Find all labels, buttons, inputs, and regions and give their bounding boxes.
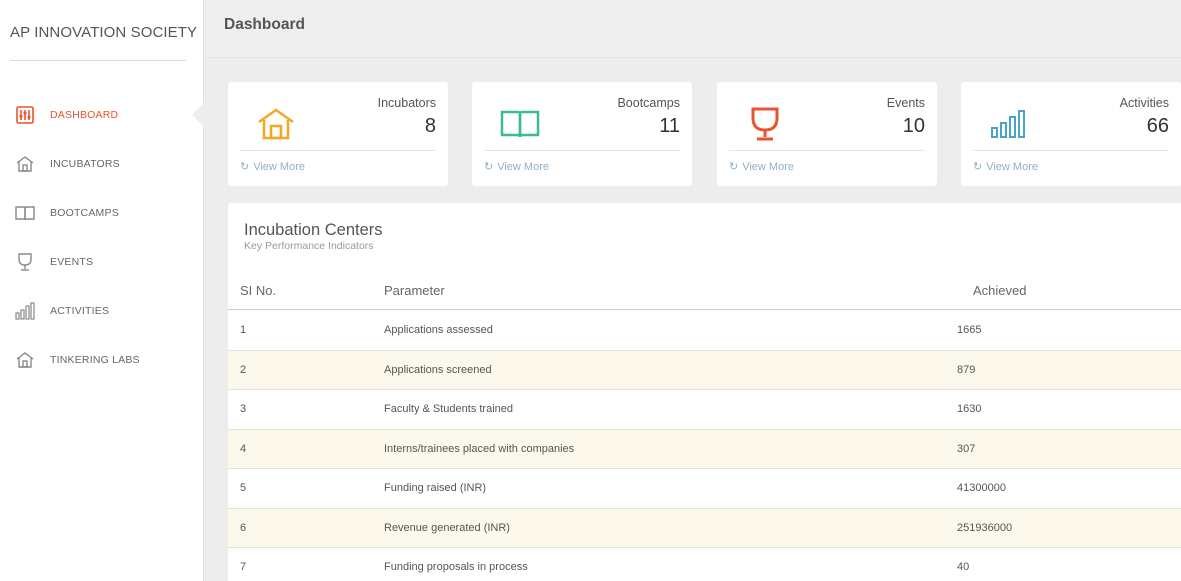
table-body: 1 Applications assessed 1665 2 Applicati… [228,311,1181,581]
table-row: 7 Funding proposals in process 40 [228,548,1181,581]
view-more-label: View More [253,160,305,173]
card-divider [973,150,1169,151]
cell-achieved: 307 [957,442,976,455]
table-row: 5 Funding raised (INR) 41300000 [228,469,1181,509]
sidebar-item-label: BOOTCAMPS [50,206,119,219]
cell-si-no: 5 [240,482,247,494]
stat-card-activities: Activities 66 ↻ View More [961,82,1181,186]
table-row: 4 Interns/trainees placed with companies… [228,429,1181,469]
book-icon [14,203,36,223]
sidebar-item-label: INCUBATORS [50,157,120,170]
sidebar-item-activities[interactable]: ACTIVITIES [0,286,203,335]
sidebar-item-label: EVENTS [50,255,94,268]
sidebar: AP INNOVATION SOCIETY DASHBOARD INCUBATO… [0,0,204,581]
cell-parameter: Faculty & Students trained [384,403,514,415]
stat-card-events: Events 10 ↻ View More [717,82,937,186]
table-row: 1 Applications assessed 1665 [228,311,1181,351]
panel-title: Incubation Centers [244,221,383,239]
refresh-icon: ↻ [729,161,739,173]
view-more-link[interactable]: ↻ View More [240,160,305,174]
cell-si-no: 3 [240,403,247,415]
table-row: 2 Applications screened 879 [228,350,1181,390]
cell-achieved: 1630 [957,403,982,415]
stat-card-incubators: Incubators 8 ↻ View More [228,82,448,186]
stat-card-bootcamps: Bootcamps 11 ↻ View More [472,82,692,186]
view-more-label: View More [742,160,794,173]
cell-si-no: 4 [240,442,247,455]
header-bar: Dashboard [204,0,1181,58]
cell-parameter: Funding raised (INR) [384,482,487,494]
table-row: 6 Revenue generated (INR) 251936000 [228,508,1181,548]
incubation-centers-panel: Incubation Centers Key Performance Indic… [228,203,1181,581]
cell-parameter: Interns/trainees placed with companies [384,442,575,455]
home-icon [14,350,36,370]
column-header-si-no: SI No. [240,283,277,298]
cell-parameter: Revenue generated (INR) [384,521,510,534]
cell-achieved: 879 [957,363,976,376]
home-icon [256,104,296,144]
cell-achieved: 251936000 [957,521,1013,534]
cell-achieved: 1665 [957,324,982,336]
view-more-label: View More [497,160,549,173]
card-value: 66 [1146,115,1169,137]
refresh-icon: ↻ [240,161,250,173]
sidebar-item-tinkering-labs[interactable]: TINKERING LABS [0,335,203,384]
card-title: Activities [1119,96,1169,110]
page-title: Dashboard [224,16,305,33]
sidebar-nav: DASHBOARD INCUBATORS BOOTCAMPS EVENTS AC… [0,90,204,384]
column-header-parameter: Parameter [384,283,445,298]
dashboard-icon [14,105,36,125]
table-row: 3 Faculty & Students trained 1630 [228,390,1181,430]
table-header: SI No. Parameter Achieved [228,276,1181,310]
sidebar-item-dashboard[interactable]: DASHBOARD [0,90,204,139]
sidebar-item-incubators[interactable]: INCUBATORS [0,139,203,188]
sidebar-item-label: ACTIVITIES [50,304,110,317]
cell-si-no: 1 [240,324,247,336]
brand-title[interactable]: AP INNOVATION SOCIETY [0,0,203,60]
cell-si-no: 7 [240,561,247,573]
bar-chart-icon [989,104,1029,144]
cell-si-no: 2 [240,363,247,376]
card-divider [240,150,436,151]
card-divider [484,150,680,151]
card-value: 10 [902,115,925,137]
panel-subtitle: Key Performance Indicators [244,240,374,252]
view-more-label: View More [986,160,1038,173]
card-title: Events [886,96,925,110]
sidebar-item-events[interactable]: EVENTS [0,237,203,286]
card-title: Incubators [377,96,436,110]
view-more-link[interactable]: ↻ View More [484,160,549,174]
card-value: 8 [424,115,436,137]
refresh-icon: ↻ [973,161,983,173]
view-more-link[interactable]: ↻ View More [973,160,1038,174]
column-header-achieved: Achieved [973,283,1027,298]
brand-divider [10,60,186,61]
sidebar-item-label: DASHBOARD [50,108,119,121]
cell-achieved: 40 [957,561,970,573]
cell-parameter: Applications screened [384,363,492,376]
cell-parameter: Funding proposals in process [384,561,528,573]
card-title: Bootcamps [617,96,680,110]
home-icon [14,154,36,174]
sidebar-item-bootcamps[interactable]: BOOTCAMPS [0,188,203,237]
cell-parameter: Applications assessed [384,324,493,336]
sidebar-item-label: TINKERING LABS [50,353,140,366]
bar-chart-icon [14,301,36,321]
refresh-icon: ↻ [484,161,494,173]
card-value: 11 [659,115,680,137]
view-more-link[interactable]: ↻ View More [729,160,794,174]
trophy-icon [745,104,785,144]
trophy-icon [14,252,36,272]
card-divider [729,150,925,151]
cell-si-no: 6 [240,521,247,534]
book-icon [500,104,540,144]
cell-achieved: 41300000 [957,482,1006,494]
